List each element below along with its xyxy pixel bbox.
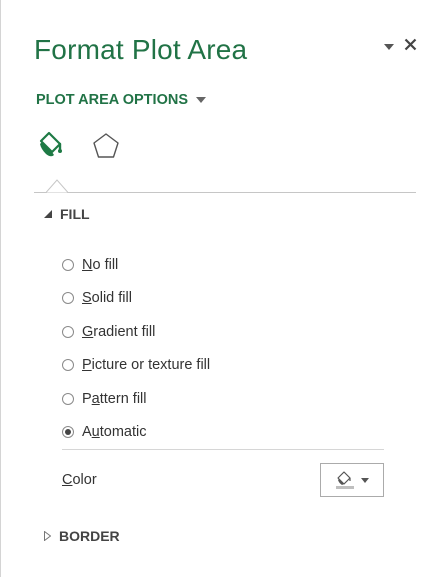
border-section-toggle[interactable]: BORDER — [44, 528, 120, 544]
pentagon-icon — [93, 133, 119, 158]
radio-pattern-fill[interactable]: Pattern fill — [62, 382, 210, 416]
chevron-down-icon — [361, 477, 369, 483]
tab-pointer — [46, 179, 68, 193]
chevron-down-icon — [196, 96, 206, 103]
paint-bucket-icon — [336, 471, 354, 489]
radio-button[interactable] — [62, 258, 74, 271]
radio-button-selected[interactable] — [62, 426, 74, 439]
radio-button[interactable] — [62, 392, 74, 405]
pane-left-border — [0, 0, 1, 577]
close-icon[interactable] — [404, 38, 417, 56]
radio-picture-texture-fill[interactable]: Picture or texture fill — [62, 349, 210, 383]
fill-section-header: FILL — [60, 206, 90, 222]
radio-solid-fill[interactable]: Solid fill — [62, 282, 210, 316]
radio-button[interactable] — [62, 359, 74, 372]
options-label: PLOT AREA OPTIONS — [36, 92, 188, 108]
tab-effects[interactable] — [90, 130, 122, 162]
radio-label: Picture or texture fill — [82, 357, 211, 374]
format-tabs — [34, 130, 122, 162]
color-label: Color — [62, 472, 97, 488]
radio-label: Gradient fill — [82, 323, 156, 340]
expanded-triangle-icon — [44, 210, 52, 218]
task-pane-options-icon[interactable] — [384, 38, 394, 56]
radio-label: No fill — [82, 256, 119, 273]
radio-button[interactable] — [62, 325, 74, 338]
paint-bucket-icon — [39, 131, 62, 157]
border-section-header: BORDER — [59, 528, 120, 544]
fill-color-button[interactable] — [320, 463, 384, 497]
collapsed-triangle-icon — [44, 531, 51, 541]
fill-options: No fill Solid fill Gradient fill Picture… — [62, 248, 210, 449]
plot-area-options-dropdown[interactable]: PLOT AREA OPTIONS — [36, 92, 206, 108]
radio-button[interactable] — [62, 292, 74, 305]
pane-controls — [384, 38, 417, 56]
pane-title: Format Plot Area — [34, 34, 248, 65]
fill-section-toggle[interactable]: FILL — [44, 206, 90, 222]
radio-label: Automatic — [82, 424, 147, 441]
radio-automatic[interactable]: Automatic — [62, 416, 210, 450]
radio-label: Pattern fill — [82, 390, 147, 407]
radio-label: Solid fill — [82, 290, 132, 307]
tab-divider — [34, 192, 416, 193]
tab-fill-line[interactable] — [34, 130, 66, 162]
radio-gradient-fill[interactable]: Gradient fill — [62, 315, 210, 349]
radio-no-fill[interactable]: No fill — [62, 248, 210, 282]
fill-divider — [62, 449, 384, 450]
